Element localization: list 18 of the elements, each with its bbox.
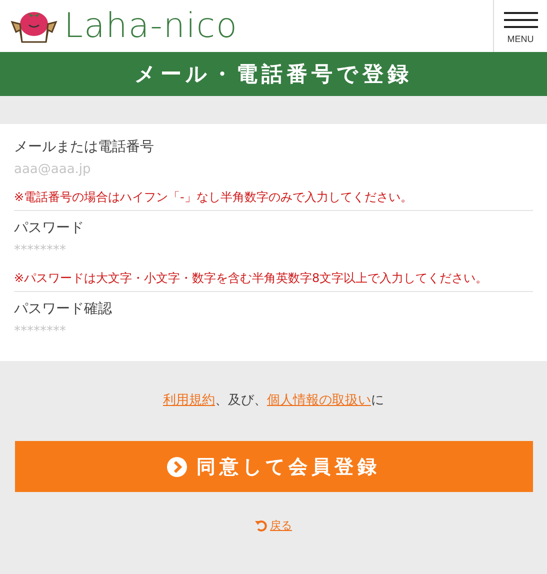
page-title: メール・電話番号で登録 <box>0 52 547 96</box>
terms-link[interactable]: 個人情報の取扱い <box>267 393 371 408</box>
menu-icon <box>504 12 538 28</box>
field-label: メールまたは電話番号 <box>14 138 155 156</box>
field-label: パスワード確認 <box>14 300 113 318</box>
back-link[interactable]: 戻る <box>255 518 292 533</box>
input-field[interactable]: ******** <box>14 241 533 260</box>
input-field[interactable]: aaa@aaa.jp <box>14 160 533 179</box>
logo-text[interactable]: Laha-nico <box>64 6 238 46</box>
field-note: ※電話番号の場合はハイフン「-」なし半角数字のみで入力してください。 <box>14 189 414 206</box>
input-field[interactable]: ******** <box>14 322 533 341</box>
agreement-text: 利用規約、及び、個人情報の取扱いに <box>163 392 384 409</box>
chevron-circle-icon <box>166 456 186 476</box>
undo-icon <box>255 520 267 532</box>
field-label: パスワード <box>14 219 85 237</box>
terms-link[interactable]: 利用規約 <box>163 393 215 408</box>
submit-button[interactable]: 同意して会員登録 <box>14 441 532 492</box>
field-note: ※パスワードは大文字・小文字・数字を含む半角英数字8文字以上で入力してください。 <box>14 270 489 287</box>
